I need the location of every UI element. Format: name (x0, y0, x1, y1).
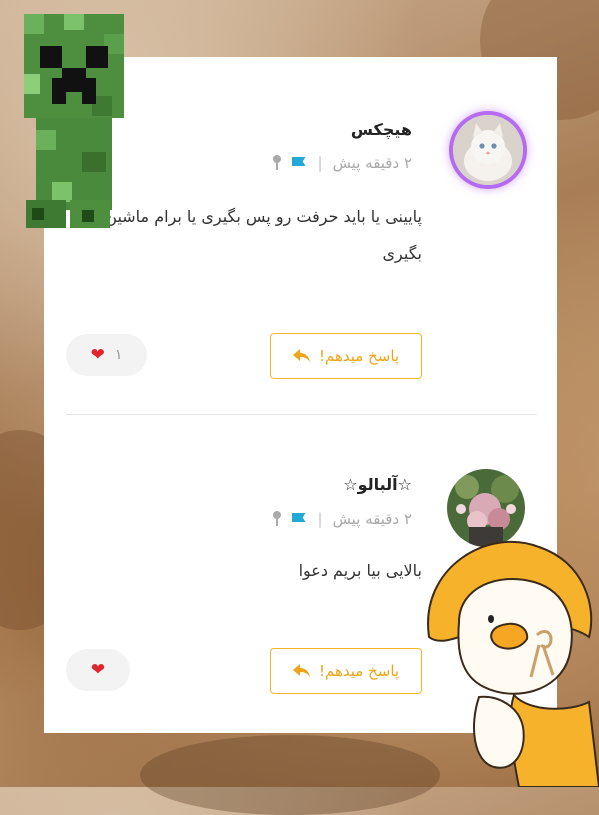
avatar[interactable] (453, 115, 523, 185)
flag-icon[interactable] (292, 513, 308, 525)
comment-meta: | ۲ دقیقه پیش (272, 154, 412, 172)
divider (66, 414, 537, 415)
comment-meta: | ۲ دقیقه پیش (272, 510, 412, 528)
username[interactable]: هیچکس (351, 120, 412, 139)
reply-arrow-icon (292, 349, 311, 363)
like-count: ۱ (114, 347, 123, 363)
flag-icon[interactable] (292, 157, 308, 169)
reply-arrow-icon (292, 664, 311, 678)
reply-button[interactable]: پاسخ میدهم! (270, 333, 422, 379)
heart-icon: ❤ (90, 659, 106, 680)
kitten-avatar-image (453, 115, 523, 185)
background-ornament (140, 735, 440, 815)
like-button[interactable]: ❤ ۱ (66, 334, 147, 376)
comment-time: ۲ دقیقه پیش (332, 510, 412, 528)
reply-label: پاسخ میدهم! (318, 662, 400, 680)
heart-icon: ❤ (90, 344, 105, 365)
reply-button[interactable]: پاسخ میدهم! (270, 648, 422, 694)
reply-label: پاسخ میدهم! (318, 347, 400, 365)
meta-separator: | (317, 510, 323, 528)
comment-text: پایینی یا باید حرفت رو پس بگیری یا برام … (105, 207, 422, 263)
comment-time: ۲ دقیقه پیش (332, 154, 412, 172)
pin-icon[interactable] (272, 511, 282, 527)
duck-sticker (427, 540, 599, 787)
creeper-sticker (24, 14, 124, 228)
username[interactable]: ☆آلبالو☆ (343, 475, 412, 494)
pin-icon[interactable] (272, 155, 282, 171)
meta-separator: | (317, 154, 323, 172)
like-button[interactable]: ❤ (66, 649, 130, 691)
comment-text: بالایی بیا بریم دعوا (298, 561, 422, 580)
